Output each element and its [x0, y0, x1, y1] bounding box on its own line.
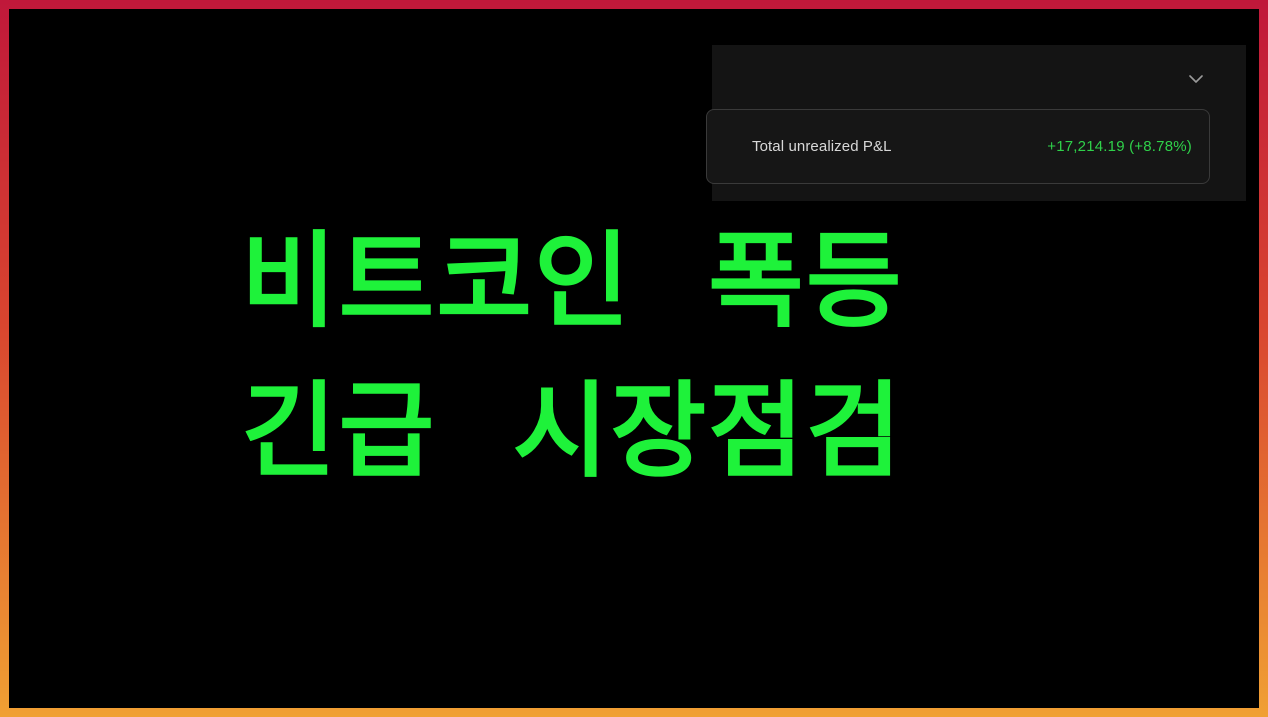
headline-line-2: 긴급 시장점검 [241, 370, 904, 492]
headline: 비트코인 폭등 긴급 시장점검 [9, 9, 1259, 708]
headline-line-1: 비트코인 폭등 [241, 220, 904, 342]
thumbnail-frame: Total unrealized P&L +17,214.19 (+8.78%)… [0, 0, 1268, 717]
thumbnail-canvas: Total unrealized P&L +17,214.19 (+8.78%)… [9, 9, 1259, 708]
